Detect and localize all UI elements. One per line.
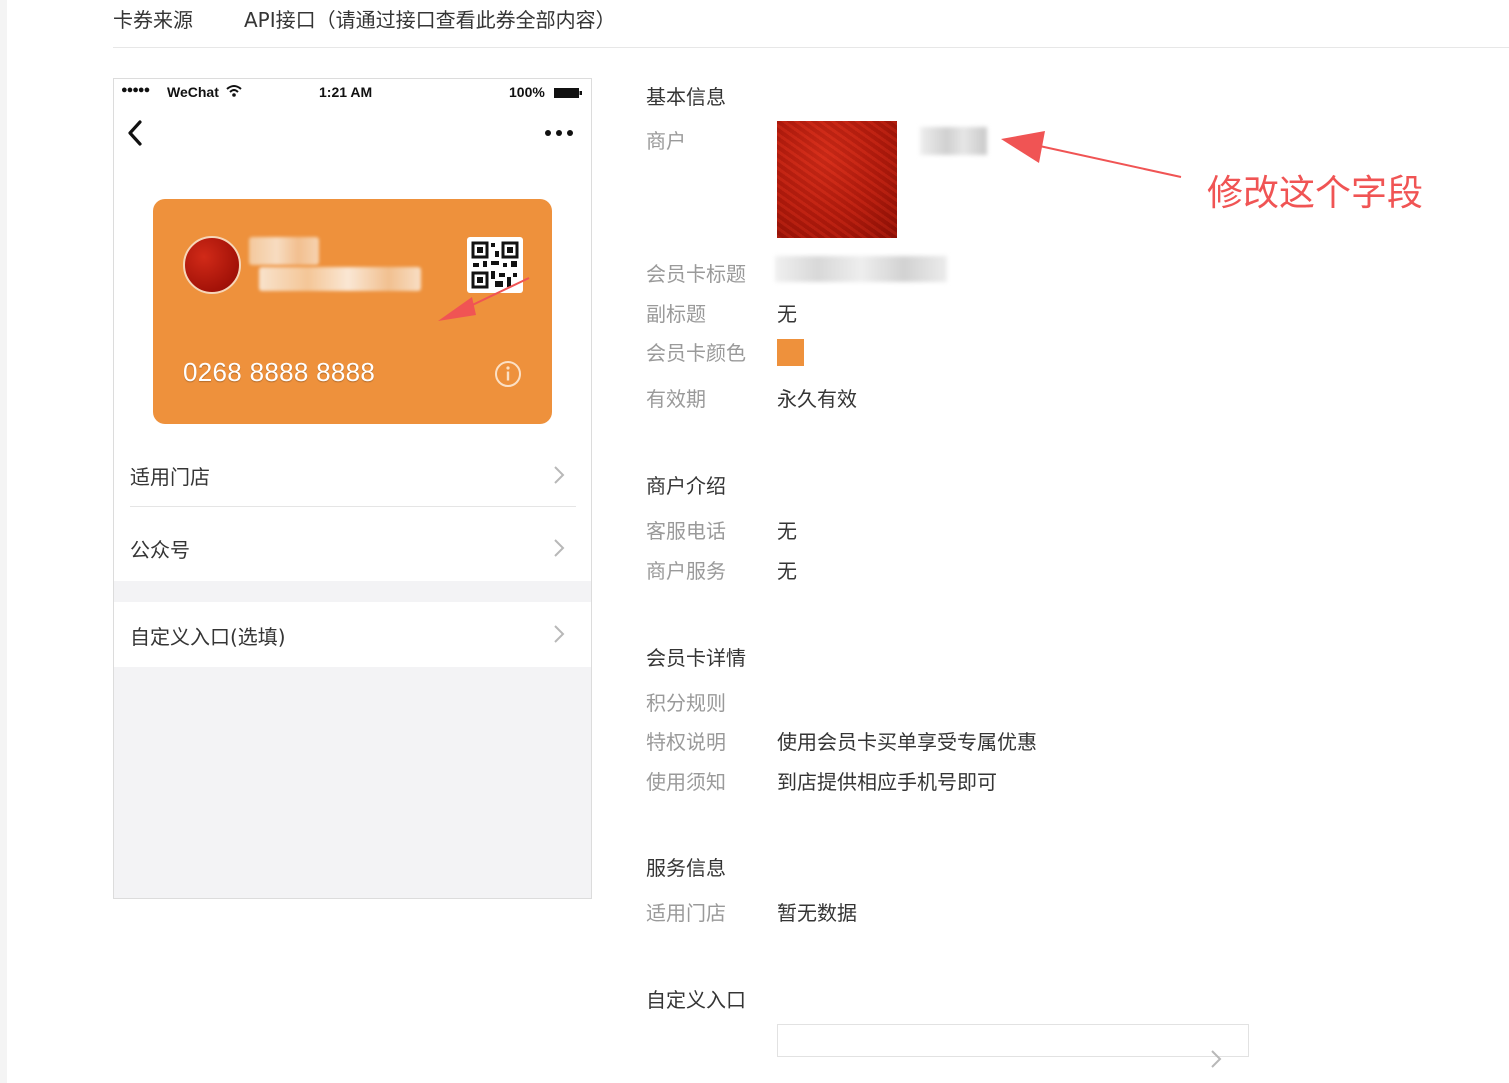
service-phone-label: 客服电话 [646, 519, 726, 543]
status-time: 1:21 AM [319, 84, 373, 100]
card-color-swatch [777, 339, 804, 366]
chevron-right-icon [554, 539, 565, 557]
battery-percent: 100% [509, 84, 545, 100]
status-bar: ●●●●● WeChat 1:21 AM 100% [114, 79, 591, 107]
subtitle-label: 副标题 [646, 302, 706, 326]
card-title-label: 会员卡标题 [646, 262, 746, 286]
notice-label: 使用须知 [646, 770, 726, 794]
signal-icon: ●●●●● [121, 84, 150, 96]
chevron-right-icon [554, 625, 565, 643]
section-title-basic-info: 基本信息 [646, 85, 726, 109]
validity-label: 有效期 [646, 387, 706, 411]
custom-entry-box[interactable] [777, 1024, 1249, 1068]
card-title-value-blurred [775, 256, 947, 282]
stores-value: 暂无数据 [777, 901, 857, 925]
merchant-service-value: 无 [777, 559, 797, 583]
annotation-text: 修改这个字段 [1207, 173, 1424, 214]
section-title-custom-entry: 自定义入口 [646, 988, 746, 1012]
menu-row-stores-label: 适用门店 [130, 465, 210, 489]
info-icon[interactable] [493, 359, 523, 389]
service-phone-value: 无 [777, 519, 797, 543]
card-merchant-name-blurred [249, 237, 319, 265]
section-title-card-details: 会员卡详情 [646, 646, 746, 670]
merchant-name-blurred [920, 127, 987, 155]
merchant-service-label: 商户服务 [646, 559, 726, 583]
subtitle-value: 无 [777, 302, 797, 326]
card-source-row: 卡券来源 API接口（请通过接口查看此券全部内容） [113, 0, 1509, 48]
privilege-label: 特权说明 [646, 730, 726, 754]
back-arrow-icon[interactable] [124, 119, 148, 147]
chevron-right-icon [554, 466, 565, 484]
menu-row-custom-entry-label: 自定义入口(选填) [130, 625, 286, 649]
notice-value: 到店提供相应手机号即可 [777, 770, 997, 794]
section-title-service-info: 服务信息 [646, 856, 726, 880]
merchant-logo [777, 121, 897, 238]
row-divider [130, 506, 576, 507]
menu-row-official-account[interactable]: 公众号 [130, 512, 575, 584]
points-rule-label: 积分规则 [646, 691, 726, 715]
validity-value: 永久有效 [777, 387, 857, 411]
more-icon[interactable] [544, 129, 574, 137]
carrier-name: WeChat [167, 84, 219, 100]
wifi-icon [226, 85, 242, 97]
card-annotation-arrow [438, 277, 530, 321]
menu-row-official-account-label: 公众号 [130, 538, 190, 562]
card-source-value: API接口（请通过接口查看此券全部内容） [244, 8, 616, 32]
card-title-blurred [259, 267, 421, 291]
left-gutter [0, 0, 7, 1083]
card-color-label: 会员卡颜色 [646, 341, 746, 365]
battery-icon [554, 88, 582, 98]
card-number: 0268 8888 8888 [183, 357, 376, 387]
card-merchant-logo [183, 236, 241, 294]
card-source-label: 卡券来源 [113, 8, 193, 32]
phone-preview: ●●●●● WeChat 1:21 AM 100% 0268 8888 8888… [113, 78, 592, 899]
merchant-label: 商户 [646, 129, 686, 153]
section-title-merchant-intro: 商户介绍 [646, 474, 726, 498]
privilege-value: 使用会员卡买单享受专属优惠 [777, 730, 1037, 754]
chevron-right-icon [1211, 1050, 1222, 1068]
phone-screen: ●●●●● WeChat 1:21 AM 100% 0268 8888 8888… [114, 79, 591, 581]
annotation-arrow [1001, 131, 1182, 178]
menu-row-stores[interactable]: 适用门店 [130, 439, 575, 511]
stores-label: 适用门店 [646, 901, 726, 925]
menu-row-custom-entry[interactable]: 自定义入口(选填) [114, 602, 591, 667]
